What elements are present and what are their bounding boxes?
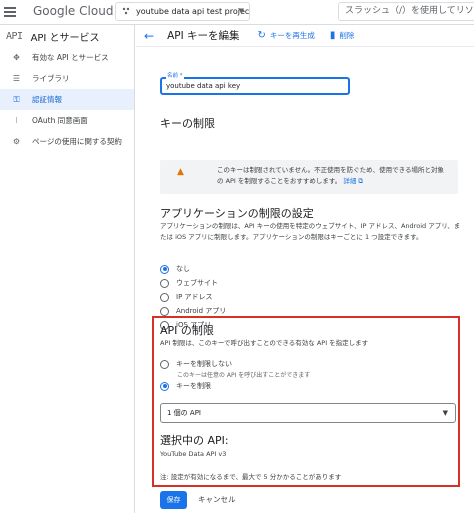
details-link[interactable]: 詳細 ⧉ [343,177,363,185]
trash-icon: ▮ [329,30,336,41]
key-restrictions-heading: キーの制限 [160,117,215,130]
sidebar-item-label: ページの使用に関する契約 [32,137,122,146]
sidebar-item-page-usage[interactable]: ⚙ ページの使用に関する契約 [0,131,134,152]
google-cloud-logo[interactable]: Google Cloud [33,4,113,18]
services-icon: ✥ [13,53,20,62]
api-restrictions-heading: API の制限 [160,324,214,337]
sidebar-item-label: OAuth 同意画面 [32,116,88,125]
top-bar: Google Cloud youtube data api test proje… [0,0,474,25]
sidebar-title: API とサービス [30,32,100,44]
delete-button[interactable]: ▮ 削除 [330,30,355,41]
api-select-dropdown[interactable]: 1 個の API ▼ [160,403,456,423]
project-name: youtube data api test project [136,7,250,16]
app-option-none[interactable]: なし [160,263,190,275]
warning-text: このキーは制限されていません。不正使用を防ぐため、使用できる場所と対象の API… [217,166,444,185]
name-field[interactable]: youtube data api key [160,77,350,95]
option-label: キーを制限 [176,382,211,390]
delete-label: 削除 [339,31,355,40]
cancel-button[interactable]: キャンセル [198,491,236,509]
sidebar: API API とサービス ✥ 有効な API とサービス ☰ ライブラリ ⚿ … [0,25,135,513]
library-icon: ☰ [12,74,21,83]
settings-note: 注: 設定が有効になるまで、最大で 5 分かかることがあります [160,473,342,481]
sidebar-header: API API とサービス [0,25,134,47]
warning-icon: ▲ [177,167,184,177]
application-restrictions-heading: アプリケーションの制限の設定 [160,207,314,220]
menu-icon[interactable] [4,7,16,17]
selected-api-item: YouTube Data API v3 [160,450,227,458]
sidebar-item-label: ライブラリ [32,74,70,83]
main-content: ← API キーを編集 ↻ キーを再生成 ▮ 削除 youtube data a… [136,25,474,513]
name-field-label: 名前 * [166,73,184,80]
dropdown-arrow-icon: ▼ [442,409,448,417]
oauth-icon: ⁝ [15,116,18,125]
project-icon [122,7,130,15]
sidebar-item-enabled-apis[interactable]: ✥ 有効な API とサービス [0,47,134,68]
details-link-text: 詳細 [343,177,357,185]
logo-cloud-text: Cloud [79,4,114,18]
project-selector[interactable]: youtube data api test project ▼ [115,2,250,21]
refresh-icon: ↻ [257,30,266,41]
option-label: ウェブサイト [176,279,218,287]
sidebar-item-library[interactable]: ☰ ライブラリ [0,68,134,89]
logo-google-text: Google [33,4,76,18]
api-logo-icon: API [6,30,23,42]
app-option-websites[interactable]: ウェブサイト [160,277,218,289]
key-icon: ⚿ [13,94,20,104]
sidebar-item-label: 認証情報 [32,95,62,104]
sidebar-item-oauth[interactable]: ⁝ OAuth 同意画面 [0,110,134,131]
api-option-unrestricted[interactable]: キーを制限しない [160,358,232,370]
sidebar-item-label: 有効な API とサービス [32,53,109,62]
api-option-restrict[interactable]: キーを制限 [160,380,211,392]
search-input[interactable]: スラッシュ（/）を使用してリソース [338,2,474,21]
regenerate-label: キーを再生成 [269,31,315,40]
save-button[interactable]: 保存 [160,491,187,509]
chevron-down-icon: ▼ [238,7,244,15]
unrestricted-warning: ▲ このキーは制限されていません。不正使用を防ぐため、使用できる場所と対象の A… [160,160,458,194]
api-select-value: 1 個の API [167,409,201,417]
api-restrictions-description: API 制限は、このキーで呼び出すことのできる有効な API を指定します [160,339,369,347]
radio-button[interactable] [160,381,169,391]
radio-button[interactable] [160,359,169,369]
radio-button[interactable] [160,278,169,288]
selected-apis-heading: 選択中の API: [160,434,229,447]
page-title: API キーを編集 [167,30,240,42]
regenerate-key-button[interactable]: ↻ キーを再生成 [258,30,315,41]
option-label: Android アプリ [176,307,227,315]
radio-button[interactable] [160,264,169,274]
application-restrictions-description: アプリケーションの制限は、API キーの使用を特定のウェブサイト、IP アドレス… [160,222,461,241]
option-label: キーを制限しない [176,360,232,368]
option-label: なし [176,265,190,273]
option-label: IP アドレス [176,293,213,301]
settings-icon: ⚙ [12,137,21,146]
option-sublabel: このキーは任意の API を呼び出すことができます [177,372,311,379]
back-arrow-icon[interactable]: ← [144,29,154,43]
radio-button[interactable] [160,306,169,316]
app-option-ip[interactable]: IP アドレス [160,291,213,303]
radio-button[interactable] [160,292,169,302]
sidebar-item-credentials[interactable]: ⚿ 認証情報 [0,89,134,110]
page-header: ← API キーを編集 ↻ キーを再生成 ▮ 削除 [136,25,474,47]
